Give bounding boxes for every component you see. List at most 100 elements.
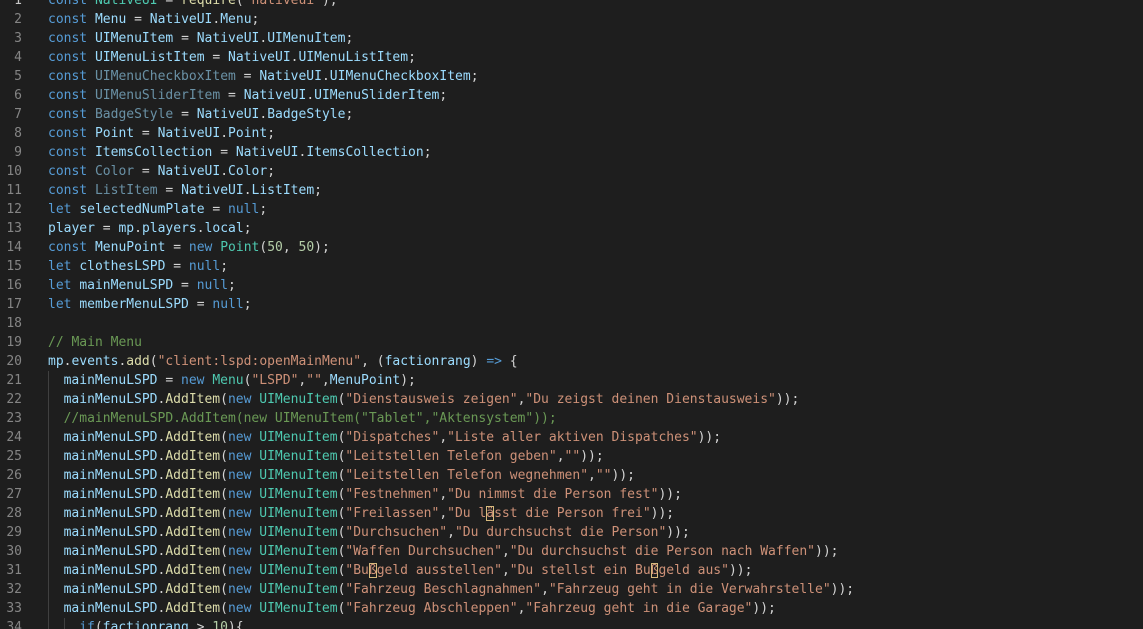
code-line[interactable]: 9 const ItemsCollection = NativeUI.ItemsC… (0, 143, 1143, 162)
code-token: ); (400, 373, 416, 388)
code-token: = (157, 0, 182, 8)
code-line[interactable]: 18 (0, 314, 1143, 333)
code-token: NativeUI (196, 31, 260, 46)
code-token: Color (94, 164, 135, 179)
code-line[interactable]: 30 mainMenuLSPD.AddItem(new UIMenuItem("W… (0, 542, 1143, 561)
code-token: geld ausstellen" (376, 563, 502, 578)
code-token: mainMenuLSPD (63, 430, 158, 445)
code-token: ; (439, 88, 448, 103)
code-token: const (48, 164, 88, 179)
code-token: const (48, 50, 88, 65)
code-line[interactable]: 15 let clothesLSPD = null; (0, 257, 1143, 276)
code-token: const (48, 0, 88, 8)
code-line[interactable]: 28 mainMenuLSPD.AddItem(new UIMenuItem("F… (0, 504, 1143, 523)
code-token: ( (220, 468, 228, 483)
code-token: null (188, 259, 221, 274)
code-token: )); (752, 601, 776, 616)
code-text: const Point = NativeUI.Point; (48, 124, 275, 143)
code-line[interactable]: 14 const MenuPoint = new Point(50, 50); (0, 238, 1143, 257)
code-token: = (204, 50, 229, 65)
code-token: )); (580, 449, 604, 464)
code-token: => (486, 354, 502, 369)
code-line[interactable]: 25 mainMenuLSPD.AddItem(new UIMenuItem("L… (0, 447, 1143, 466)
code-line[interactable]: 7 const BadgeStyle = NativeUI.BadgeStyle; (0, 105, 1143, 124)
line-number: 30 (6, 544, 22, 559)
code-line[interactable]: 3 const UIMenuItem = NativeUI.UIMenuItem; (0, 29, 1143, 48)
code-line[interactable]: 1 const NativeUI = require('nativeui'); (0, 0, 1143, 10)
code-line[interactable]: 21 mainMenuLSPD = new Menu("LSPD","",Menu… (0, 371, 1143, 390)
code-token: new (227, 544, 252, 559)
code-line[interactable]: 8 const Point = NativeUI.Point; (0, 124, 1143, 143)
code-token: , (501, 544, 510, 559)
code-token: "Du durchsuchst die Person nach Waffen" (509, 544, 816, 559)
code-text: const UIMenuSliderItem = NativeUI.UIMenu… (48, 86, 447, 105)
code-token: AddItem (165, 525, 221, 540)
code-line[interactable]: 22 mainMenuLSPD.AddItem(new UIMenuItem("D… (0, 390, 1143, 409)
code-token: UIMenuItem (259, 544, 338, 559)
code-token: , (588, 468, 596, 483)
line-number: 2 (14, 12, 22, 27)
code-line[interactable]: 6 const UIMenuSliderItem = NativeUI.UIMen… (0, 86, 1143, 105)
code-text: // Main Menu (48, 333, 142, 352)
line-number: 32 (6, 582, 22, 597)
code-line[interactable]: 20 mp.events.add("client:lspd:openMainMen… (0, 352, 1143, 371)
code-line[interactable]: 19 // Main Menu (0, 333, 1143, 352)
code-token: )); (650, 506, 675, 521)
code-token: ItemsCollection (94, 145, 213, 160)
code-editor[interactable]: 1 const NativeUI = require('nativeui'); 2 c… (0, 0, 1143, 629)
code-token: ä (486, 506, 495, 521)
code-text: let selectedNumPlate = null; (48, 200, 267, 219)
code-token: 'nativeui' (243, 0, 322, 8)
code-line[interactable]: 17 let memberMenuLSPD = null; (0, 295, 1143, 314)
code-token: mainMenuLSPD (79, 278, 174, 293)
code-line[interactable]: 33 mainMenuLSPD.AddItem(new UIMenuItem("F… (0, 599, 1143, 618)
code-line[interactable]: 16 let mainMenuLSPD = null; (0, 276, 1143, 295)
code-token: mp (118, 221, 135, 236)
code-token: null (228, 202, 260, 217)
code-token: const (48, 126, 88, 141)
code-token: Menu (212, 373, 244, 388)
indent-guide (63, 618, 65, 629)
code-line[interactable]: 10 const Color = NativeUI.Color; (0, 162, 1143, 181)
code-line[interactable]: 27 mainMenuLSPD.AddItem(new UIMenuItem("F… (0, 485, 1143, 504)
code-token: ( (220, 582, 228, 597)
code-token: new (188, 240, 213, 255)
code-token: ( (220, 487, 228, 502)
code-token: geld aus" (658, 563, 729, 578)
code-line[interactable]: 29 mainMenuLSPD.AddItem(new UIMenuItem("D… (0, 523, 1143, 542)
code-line[interactable]: 26 mainMenuLSPD.AddItem(new UIMenuItem("L… (0, 466, 1143, 485)
code-line[interactable]: 12 let selectedNumPlate = null; (0, 200, 1143, 219)
code-token: ( (220, 563, 228, 578)
code-line[interactable]: 2 const Menu = NativeUI.Menu; (0, 10, 1143, 29)
code-token: mainMenuLSPD (63, 468, 158, 483)
code-text: if(factionrang > 10){ (79, 618, 243, 629)
code-line[interactable]: 32 mainMenuLSPD.AddItem(new UIMenuItem("F… (0, 580, 1143, 599)
indent-guide (48, 561, 49, 580)
code-line[interactable]: 4 const UIMenuListItem = NativeUI.UIMenuL… (0, 48, 1143, 67)
code-line[interactable]: 23 //mainMenuLSPD.AddItem(new UIMenuItem(… (0, 409, 1143, 428)
code-line[interactable]: 5 const UIMenuCheckboxItem = NativeUI.UIM… (0, 67, 1143, 86)
code-token: )); (775, 392, 800, 407)
line-number: 18 (6, 316, 22, 331)
code-token: const (48, 12, 88, 27)
code-line[interactable]: 34 if(factionrang > 10){ (0, 618, 1143, 629)
code-token: NativeUI (149, 12, 213, 27)
code-token: mainMenuLSPD (63, 506, 158, 521)
code-line[interactable]: 11 const ListItem = NativeUI.ListItem; (0, 181, 1143, 200)
code-token: UIMenuItem (259, 563, 338, 578)
code-line[interactable]: 31 mainMenuLSPD.AddItem(new UIMenuItem("B… (0, 561, 1143, 580)
code-token: ); (321, 0, 338, 8)
code-token: UIMenuItem (259, 601, 338, 616)
line-number: 24 (6, 430, 22, 445)
code-token: mainMenuLSPD (63, 373, 158, 388)
indent-guide (48, 466, 49, 485)
code-token: = (165, 259, 189, 274)
line-number: 26 (6, 468, 22, 483)
code-line[interactable]: 24 mainMenuLSPD.AddItem(new UIMenuItem("D… (0, 428, 1143, 447)
code-token: require (181, 0, 236, 8)
indent-guide (48, 371, 49, 390)
code-line[interactable]: 13 player = mp.players.local; (0, 219, 1143, 238)
code-token: "" (595, 468, 612, 483)
